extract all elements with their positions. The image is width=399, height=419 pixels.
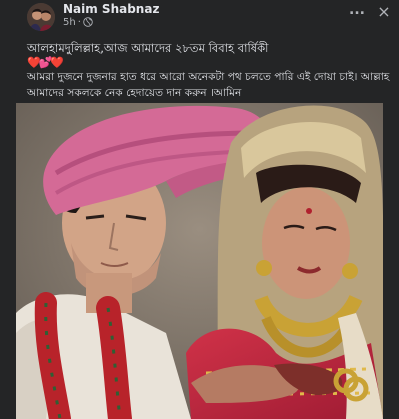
post-header: Naim Shabnaz 5h · ... ×	[0, 0, 399, 34]
post-time[interactable]: 5h	[63, 17, 76, 28]
heart-emojis: ❤️💕❤️	[27, 56, 64, 69]
post-text-line-1: আলহামদুলিল্লাহ,আজ আমাদের ২৮তম বিবাহ বার্…	[27, 41, 269, 55]
post-text-line-3: আমাদের সকলকে নেক হেদায়েত দান করুন ।আমিন	[27, 87, 242, 99]
avatar[interactable]	[27, 3, 55, 31]
avatar-image	[27, 3, 55, 31]
author-name[interactable]: Naim Shabnaz	[63, 2, 159, 16]
wedding-photo	[16, 103, 383, 419]
meta-separator: ·	[77, 17, 81, 28]
post-meta: 5h ·	[63, 17, 93, 30]
more-icon[interactable]: ...	[348, 3, 366, 22]
post-text-line-2: আমরা দুজনে দুজনার হাত ধরে আরো অনেকটা পথ …	[27, 71, 390, 83]
post-card: Naim Shabnaz 5h · ... × আলহামদুলিল্লাহ,আজ…	[0, 0, 399, 419]
close-icon[interactable]: ×	[376, 4, 392, 20]
post-photo[interactable]	[16, 103, 383, 419]
globe-icon[interactable]	[83, 17, 93, 30]
